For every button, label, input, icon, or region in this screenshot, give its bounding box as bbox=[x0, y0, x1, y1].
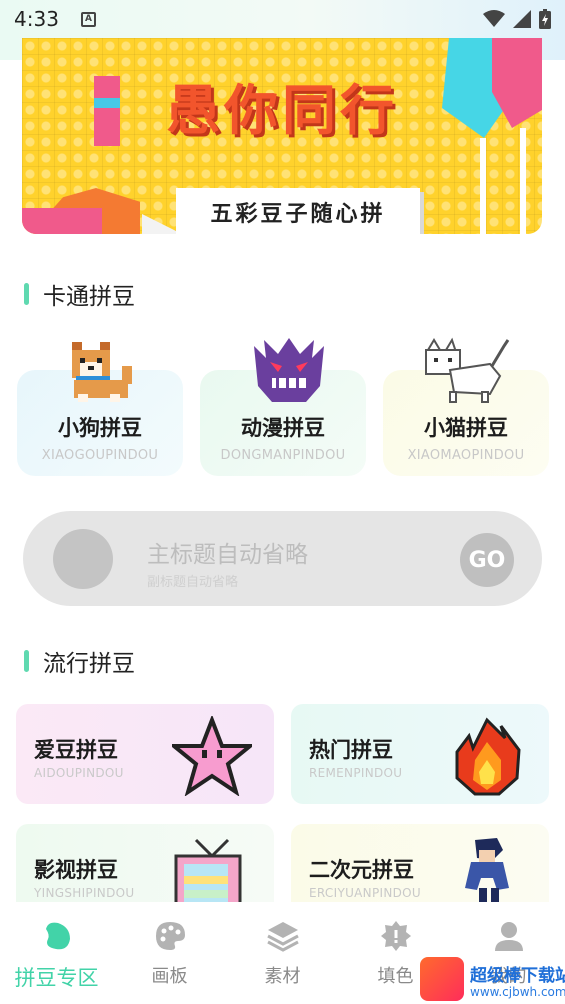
card-title: 热门拼豆 bbox=[309, 738, 393, 762]
layers-icon bbox=[265, 918, 301, 954]
card-title: 二次元拼豆 bbox=[309, 858, 414, 882]
status-bar: 4:33 A bbox=[0, 0, 565, 38]
section-title: 卡通拼豆 bbox=[43, 284, 135, 310]
status-icons bbox=[483, 9, 551, 29]
popular-card-idol[interactable]: 爱豆拼豆 AIDOUPINDOU bbox=[16, 704, 274, 804]
promo-title: 主标题自动省略 bbox=[147, 542, 308, 568]
pixel-fire-icon bbox=[455, 717, 521, 796]
nav-label: 素材 bbox=[264, 966, 301, 987]
go-button[interactable]: GO bbox=[460, 533, 514, 587]
pixel-star-icon bbox=[172, 716, 252, 796]
popular-card-hot[interactable]: 热门拼豆 REMENPINDOU bbox=[291, 704, 549, 804]
section-accent-bar bbox=[24, 650, 29, 672]
card-subtitle: DONGMANPINDOU bbox=[220, 448, 346, 463]
nav-item-pindou[interactable]: 拼豆专区 bbox=[0, 902, 113, 1004]
nav-label: 拼豆专区 bbox=[14, 966, 99, 990]
section-accent-bar bbox=[24, 283, 29, 305]
nav-item-materials[interactable]: 素材 bbox=[226, 902, 339, 1004]
card-subtitle: AIDOUPINDOU bbox=[34, 766, 124, 780]
signal-icon bbox=[513, 10, 531, 28]
promo-subtitle: 副标题自动省略 bbox=[147, 575, 239, 590]
section-header-cartoon: 卡通拼豆 bbox=[24, 277, 135, 311]
card-subtitle: XIAOGOUPINDOU bbox=[41, 448, 159, 463]
nav-item-canvas[interactable]: 画板 bbox=[113, 902, 226, 1004]
watermark-url: www.cjbwh.com bbox=[470, 985, 565, 999]
watermark-logo bbox=[420, 957, 464, 1001]
banner[interactable]: 愚你同行 五彩豆子随心拼 bbox=[22, 38, 542, 234]
status-time: 4:33 bbox=[14, 7, 59, 31]
pixel-ghost-icon bbox=[254, 338, 324, 402]
palette-icon bbox=[152, 918, 188, 954]
card-title: 动漫拼豆 bbox=[241, 416, 325, 440]
bean-icon bbox=[39, 918, 75, 954]
promo-banner[interactable]: 主标题自动省略 副标题自动省略 GO bbox=[23, 511, 542, 606]
watermark: 超级棒下载站 www.cjbwh.com bbox=[420, 955, 565, 1004]
nav-label: 画板 bbox=[151, 966, 188, 987]
pixel-dog-icon bbox=[72, 342, 132, 402]
popular-card-acg[interactable]: 二次元拼豆 ERCIYUANPINDOU bbox=[291, 824, 549, 914]
nav-label: 填色 bbox=[377, 966, 414, 987]
card-title: 小猫拼豆 bbox=[424, 416, 508, 440]
card-title: 小狗拼豆 bbox=[58, 416, 142, 440]
section-title: 流行拼豆 bbox=[43, 651, 135, 677]
notification-a-icon: A bbox=[80, 11, 96, 27]
card-title: 影视拼豆 bbox=[34, 858, 118, 882]
promo-avatar bbox=[53, 529, 113, 589]
banner-subtitle: 五彩豆子随心拼 bbox=[176, 188, 420, 234]
banner-balloon-string bbox=[480, 138, 486, 234]
wifi-icon bbox=[483, 10, 505, 27]
popular-card-film[interactable]: 影视拼豆 YINGSHIPINDOU bbox=[16, 824, 274, 914]
section-header-popular: 流行拼豆 bbox=[24, 644, 135, 678]
gear-icon bbox=[378, 918, 414, 954]
card-subtitle: XIAOMAOPINDOU bbox=[407, 448, 525, 463]
banner-pixel-decoration bbox=[22, 208, 102, 234]
person-icon bbox=[491, 918, 527, 954]
watermark-title: 超级棒下载站 bbox=[470, 966, 565, 986]
card-subtitle: ERCIYUANPINDOU bbox=[309, 886, 421, 900]
banner-title: 愚你同行 bbox=[166, 79, 398, 142]
card-subtitle: REMENPINDOU bbox=[309, 766, 403, 780]
battery-icon bbox=[539, 9, 551, 29]
card-title: 爱豆拼豆 bbox=[34, 738, 118, 762]
pixel-cat-icon bbox=[425, 337, 510, 403]
card-subtitle: YINGSHIPINDOU bbox=[34, 886, 135, 900]
